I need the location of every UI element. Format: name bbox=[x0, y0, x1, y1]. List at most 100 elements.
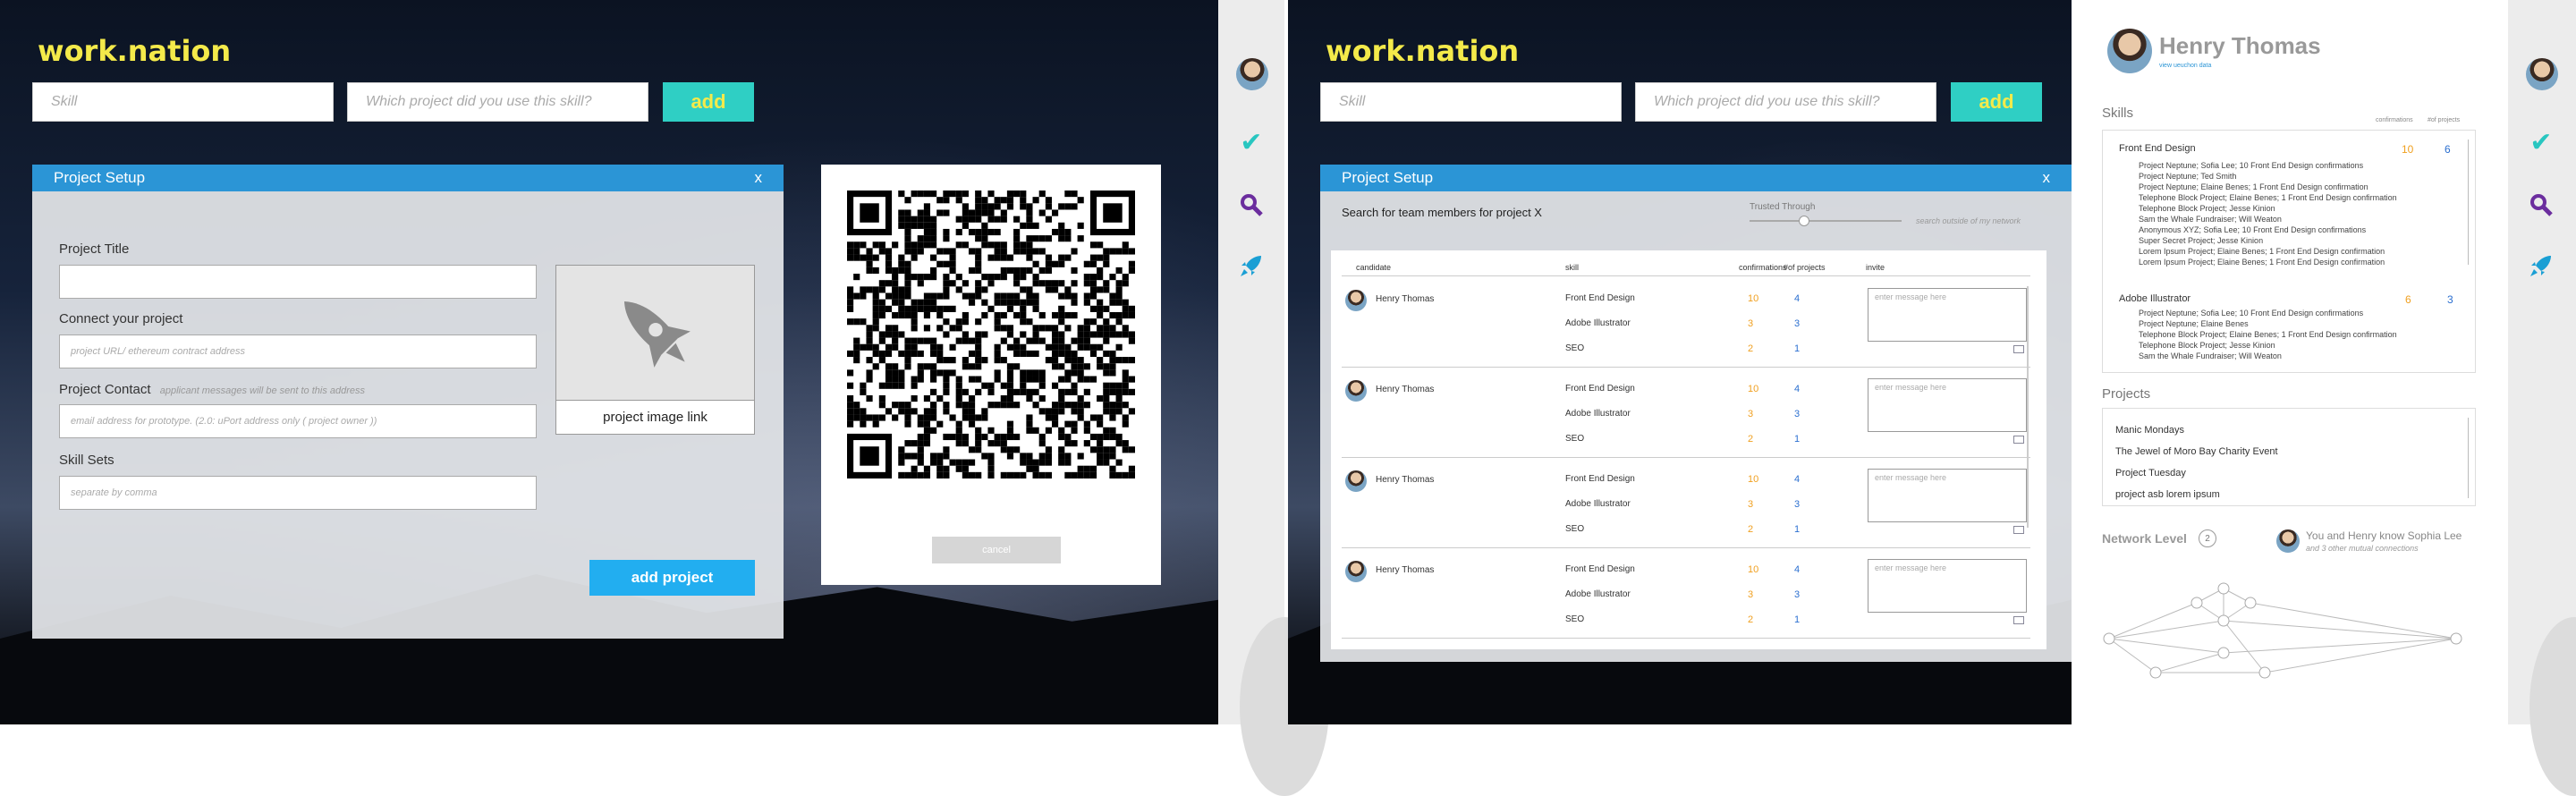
project-image-box[interactable]: project image link bbox=[555, 265, 755, 435]
table-scrollbar[interactable] bbox=[2027, 286, 2029, 528]
candidate-name[interactable]: Henry Thomas bbox=[1376, 385, 1434, 394]
cancel-button[interactable]: cancel bbox=[932, 537, 1061, 563]
skill-name: Front End Design bbox=[1565, 474, 1635, 484]
header-divider bbox=[1342, 275, 2030, 276]
search-icon[interactable] bbox=[2524, 188, 2558, 222]
add-button[interactable]: add bbox=[663, 82, 754, 122]
candidate-name[interactable]: Henry Thomas bbox=[1376, 475, 1434, 485]
add-button[interactable]: add bbox=[1951, 82, 2042, 122]
logo[interactable]: work.nation bbox=[38, 34, 231, 68]
project-item[interactable]: project asb lorem ipsum bbox=[2115, 484, 2278, 505]
check-icon[interactable]: ✔ bbox=[2524, 125, 2558, 159]
search-icon[interactable] bbox=[1234, 188, 1268, 222]
contact-hint: applicant messages will be sent to this … bbox=[159, 385, 366, 396]
col-invite: invite bbox=[1866, 263, 1885, 272]
skills-title: Skills bbox=[2102, 106, 2134, 121]
projects-scrollbar[interactable] bbox=[2468, 418, 2469, 498]
skill-history-line: Telephone Block Project; Elaine Benes; 1… bbox=[2139, 330, 2397, 339]
panel-header: Project Setup x bbox=[32, 165, 784, 191]
candidate-name[interactable]: Henry Thomas bbox=[1376, 565, 1434, 575]
skill-history-line: Project Neptune; Elaine Benes; 1 Front E… bbox=[2139, 182, 2368, 191]
col-projects: #of projects bbox=[1784, 263, 1826, 272]
panel-title: Project Setup bbox=[54, 169, 146, 186]
skill2-lines: Project Neptune; Sofia Lee; 10 Front End… bbox=[2139, 308, 2397, 361]
skill-history-line: Sam the Whale Fundraiser; Will Weaton bbox=[2139, 351, 2282, 360]
row-divider bbox=[1342, 638, 2030, 639]
image-link-label[interactable]: project image link bbox=[556, 400, 754, 434]
send-icon[interactable] bbox=[2013, 616, 2024, 624]
invite-message-field[interactable]: enter message here bbox=[1868, 378, 2027, 432]
close-icon[interactable]: x bbox=[2043, 169, 2051, 187]
project-title-label: Project Title bbox=[59, 241, 130, 257]
skill-input[interactable]: Skill bbox=[1320, 82, 1622, 122]
left-sidebar: ✔ bbox=[1218, 0, 1329, 796]
project-input[interactable]: Which project did you use this skill? bbox=[1635, 82, 1936, 122]
outside-network-label[interactable]: search outside of my network bbox=[1916, 216, 2021, 225]
candidate-name[interactable]: Henry Thomas bbox=[1376, 294, 1434, 304]
skills-scrollbar[interactable] bbox=[2468, 140, 2469, 265]
skill-projects: 4 bbox=[1794, 384, 1801, 394]
avatar[interactable] bbox=[2526, 58, 2558, 90]
skill-projects: 3 bbox=[1794, 318, 1801, 329]
skill-projects: 1 bbox=[1794, 524, 1801, 535]
project-item[interactable]: Manic Mondays bbox=[2115, 419, 2278, 441]
trusted-label: Trusted Through bbox=[1750, 202, 1816, 212]
invite-message-field[interactable]: enter message here bbox=[1868, 559, 2027, 613]
skill1-projects: 6 bbox=[2445, 143, 2451, 156]
invite-message-field[interactable]: enter message here bbox=[1868, 288, 2027, 342]
skill-projects: 1 bbox=[1794, 434, 1801, 445]
project-item[interactable]: Project Tuesday bbox=[2115, 462, 2278, 484]
send-icon[interactable] bbox=[2013, 345, 2024, 353]
skill-confirmations: 3 bbox=[1748, 589, 1754, 600]
skill-confirmations: 10 bbox=[1748, 474, 1759, 485]
network-title: Network Level bbox=[2102, 531, 2187, 546]
skill1-name: Front End Design bbox=[2119, 143, 2196, 154]
projects-box: Manic Mondays The Jewel of Moro Bay Chari… bbox=[2102, 408, 2476, 506]
send-icon[interactable] bbox=[2013, 526, 2024, 534]
avatar[interactable] bbox=[1236, 58, 1268, 90]
skill2-projects: 3 bbox=[2447, 293, 2453, 306]
project-input[interactable]: Which project did you use this skill? bbox=[347, 82, 648, 122]
skill-confirmations: 2 bbox=[1748, 614, 1754, 625]
qr-code bbox=[847, 191, 1135, 478]
project-item[interactable]: The Jewel of Moro Bay Charity Event bbox=[2115, 441, 2278, 462]
skill-name: Adobe Illustrator bbox=[1565, 499, 1631, 509]
skills-field[interactable]: separate by comma bbox=[59, 476, 537, 510]
invite-message-field[interactable]: enter message here bbox=[1868, 469, 2027, 522]
col-projects: #of projects bbox=[2428, 117, 2461, 123]
slider-handle[interactable] bbox=[1799, 216, 1809, 226]
candidate-avatar[interactable] bbox=[1345, 561, 1367, 582]
contact-label: Project Contact applicant messages will … bbox=[59, 382, 365, 397]
trust-slider[interactable] bbox=[1750, 216, 1902, 226]
skill-history-line: Telephone Block Project; Jesse Kinion bbox=[2139, 204, 2275, 213]
mutual-text[interactable]: You and Henry know Sophia Lee bbox=[2306, 529, 2462, 542]
skill-name: SEO bbox=[1565, 614, 1585, 624]
skill-input[interactable]: Skill bbox=[32, 82, 334, 122]
skills-label: Skill Sets bbox=[59, 453, 114, 468]
candidate-avatar[interactable] bbox=[1345, 470, 1367, 492]
candidate-avatar[interactable] bbox=[1345, 290, 1367, 311]
skill-confirmations: 3 bbox=[1748, 499, 1754, 510]
profile-name: Henry Thomas bbox=[2159, 32, 2321, 59]
contact-label-text: Project Contact bbox=[59, 382, 151, 397]
mutual-avatar[interactable] bbox=[2276, 529, 2300, 553]
connect-field[interactable]: project URL/ ethereum contract address bbox=[59, 334, 537, 368]
projects-list: Manic Mondays The Jewel of Moro Bay Chari… bbox=[2115, 419, 2278, 505]
rocket-icon[interactable] bbox=[2524, 249, 2558, 283]
rocket-icon bbox=[623, 301, 691, 368]
candidate-avatar[interactable] bbox=[1345, 380, 1367, 402]
close-icon[interactable]: x bbox=[755, 169, 763, 187]
skill-history-line: Lorem Ipsum Project; Elaine Benes; 1 Fro… bbox=[2139, 247, 2385, 256]
rocket-icon[interactable] bbox=[1234, 249, 1268, 283]
send-icon[interactable] bbox=[2013, 436, 2024, 444]
profile-sub[interactable]: view ueuchon data bbox=[2159, 63, 2211, 69]
skill-confirmations: 2 bbox=[1748, 343, 1754, 354]
check-icon[interactable]: ✔ bbox=[1234, 125, 1268, 159]
contact-field[interactable]: email address for prototype. (2.0: uPort… bbox=[59, 404, 537, 438]
network-level-badge: 2 bbox=[2199, 529, 2216, 547]
skill-confirmations: 10 bbox=[1748, 564, 1759, 575]
logo[interactable]: work.nation bbox=[1326, 34, 1519, 68]
add-project-button[interactable]: add project bbox=[589, 560, 755, 596]
skill-confirmations: 10 bbox=[1748, 384, 1759, 394]
project-title-field[interactable] bbox=[59, 265, 537, 299]
